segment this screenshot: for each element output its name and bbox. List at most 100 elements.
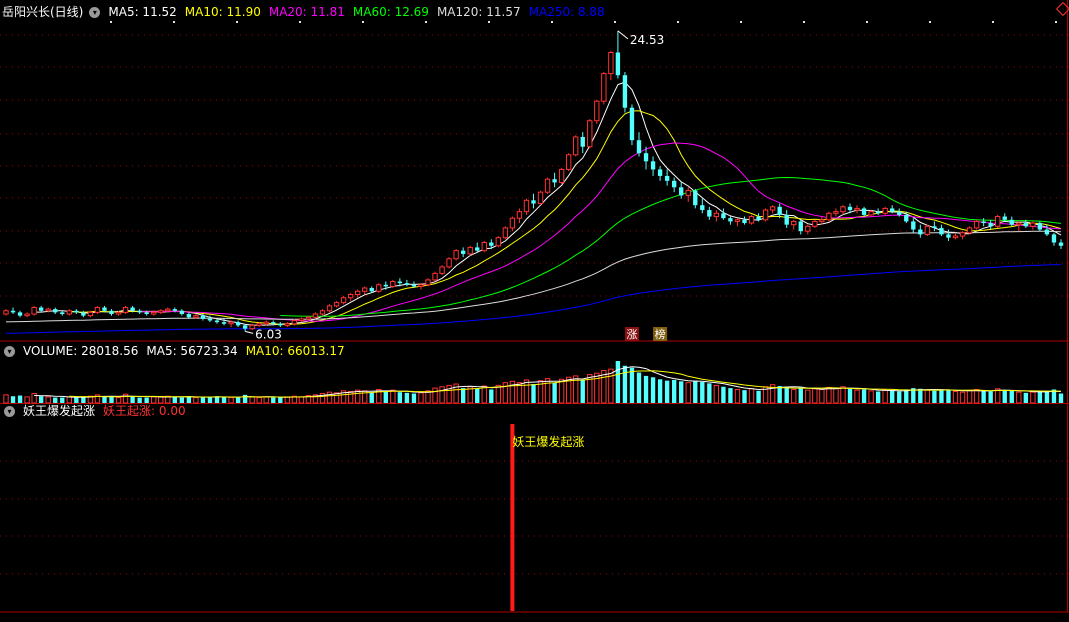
volume-bar <box>1002 390 1007 403</box>
candle-body <box>552 179 557 183</box>
ma60-line <box>280 176 1062 317</box>
candle-body <box>882 207 888 214</box>
candle-body <box>291 320 298 325</box>
signal-bar <box>510 424 515 611</box>
candle-body <box>523 199 530 213</box>
volume-bar <box>404 392 410 403</box>
volume-bar <box>840 386 846 404</box>
candle-body <box>904 214 909 222</box>
volume-bar <box>326 391 333 404</box>
candle-body <box>362 287 368 292</box>
chart-stage[interactable]: 24.536.03涨榜财妖王爆发起涨 岳阳兴长(日线) ▾ MA5: 11.52… <box>0 0 1069 618</box>
ma-label-1: MA10: 11.90 <box>184 5 261 19</box>
indicator-value: 妖王起涨: 0.00 <box>103 404 186 418</box>
volume-bar <box>700 382 705 403</box>
candle-body <box>66 310 72 315</box>
chevron-down-icon[interactable]: ▾ <box>4 405 15 417</box>
volume-bar <box>1016 391 1022 404</box>
candle-body <box>671 180 677 188</box>
candle-body <box>376 284 382 292</box>
chevron-down-icon[interactable]: ▾ <box>4 345 15 357</box>
ma5-line <box>34 81 1062 326</box>
volume-bar <box>558 378 565 404</box>
volume-bar <box>475 388 480 403</box>
candle-body <box>81 312 86 316</box>
candle-body <box>249 324 255 330</box>
volume-bar <box>918 388 923 403</box>
candle-body <box>425 279 431 286</box>
candle-body <box>179 310 185 315</box>
stock-name[interactable]: 岳阳兴长(日线) <box>2 3 83 21</box>
candle-body <box>946 234 951 238</box>
candle-body <box>868 211 874 216</box>
ma-label-5: MA250: 8.88 <box>528 5 605 19</box>
candle-body <box>833 211 839 214</box>
volume-bar <box>875 391 881 403</box>
price-tick-dot <box>614 21 616 23</box>
volume-bar <box>826 386 832 404</box>
volume-label-2: MA10: 66013.17 <box>245 344 345 358</box>
candle-body <box>959 232 966 237</box>
ma120-line <box>5 230 1062 323</box>
candle-body <box>995 216 1001 227</box>
candle-body <box>354 290 361 296</box>
volume-bar <box>544 378 551 404</box>
volume-bar <box>636 372 642 403</box>
candle-body <box>411 284 417 287</box>
price-tick-dot <box>740 21 742 23</box>
candle-body <box>502 227 509 239</box>
candle-body <box>580 136 585 147</box>
chevron-down-icon[interactable]: ▾ <box>89 6 101 18</box>
candle-body <box>460 250 466 254</box>
volume-bar <box>819 388 825 404</box>
candle-body <box>1009 219 1014 225</box>
volume-bar <box>1023 392 1029 403</box>
candle-body <box>762 209 769 221</box>
volume-bar <box>679 381 684 403</box>
volume-bar <box>798 388 803 403</box>
candle-body <box>537 191 544 205</box>
candle-body <box>1044 229 1050 235</box>
volume-bar <box>868 390 874 404</box>
candle-body <box>819 219 825 222</box>
volume-bar <box>812 388 818 404</box>
candle-body <box>446 258 452 268</box>
candle-body <box>544 178 551 193</box>
volume-panel-header: ▾ VOLUME: 28018.56 MA5: 56723.34 MA10: 660… <box>2 342 361 360</box>
candle-body <box>263 321 269 325</box>
candle-body <box>1002 216 1007 220</box>
candle-body <box>1051 234 1057 243</box>
volume-bar <box>966 390 973 404</box>
candle-body <box>312 313 319 318</box>
volume-bar <box>784 386 789 403</box>
volume-label-0: VOLUME: 28018.56 <box>23 344 139 358</box>
candlestick-chart[interactable]: 24.536.03涨榜财妖王爆发起涨 <box>0 0 1069 618</box>
candle-body <box>981 221 986 224</box>
candle-body <box>10 310 16 313</box>
candle-body <box>186 314 192 318</box>
candle-body <box>685 190 691 196</box>
volume-bar <box>643 375 649 403</box>
price-tick-dot <box>929 21 931 23</box>
candle-body <box>1016 222 1022 226</box>
candle-body <box>791 220 797 226</box>
candle-body <box>798 221 803 232</box>
volume-bar <box>228 397 234 404</box>
ma-label-0: MA5: 11.52 <box>108 5 177 19</box>
candle-body <box>939 227 944 235</box>
candle-body <box>481 242 487 252</box>
ma-label-4: MA120: 11.57 <box>436 5 521 19</box>
price-tick-dot <box>866 21 868 23</box>
candle-body <box>769 206 776 211</box>
volume-bar <box>390 389 396 404</box>
indicator-panel-header: ▾ 妖王爆发起涨 妖王起涨: 0.00 <box>2 402 194 420</box>
indicator-name[interactable]: 妖王爆发起涨 <box>23 402 95 420</box>
candle-body <box>53 309 58 313</box>
candle-body <box>847 206 853 211</box>
volume-bar <box>756 390 761 403</box>
volume-bar <box>882 389 888 404</box>
volume-bar <box>397 392 403 403</box>
candle-body <box>115 311 122 315</box>
candle-body <box>826 212 832 221</box>
volume-bar <box>861 389 867 403</box>
